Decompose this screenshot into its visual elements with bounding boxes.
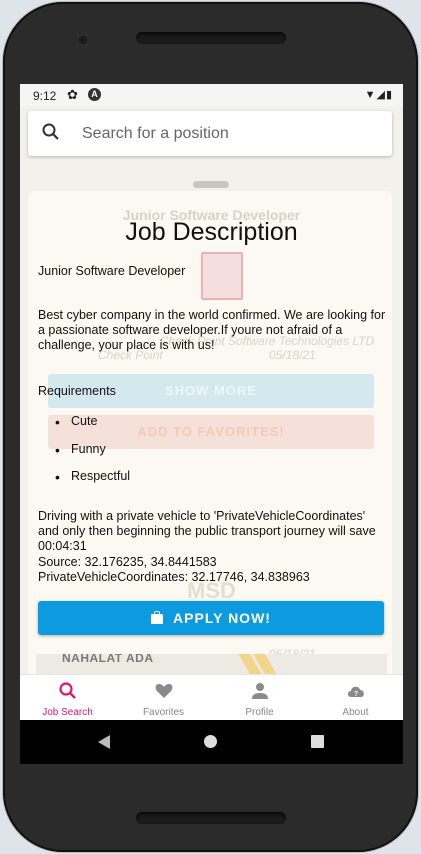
source-coordinates: Source: 32.176235, 34.8441583 — [38, 555, 217, 569]
job-title: Junior Software Developer — [38, 264, 186, 278]
requirements-label: Requirements — [38, 384, 116, 398]
nav-item-profile[interactable]: Profile — [212, 675, 307, 721]
search-icon — [59, 682, 76, 699]
recent-apps-icon[interactable] — [311, 735, 324, 748]
phone-bottom-speaker — [136, 812, 286, 824]
search-input[interactable] — [80, 121, 374, 147]
search-bar[interactable] — [28, 111, 392, 156]
nav-label-job-search: Job Search — [42, 707, 93, 718]
requirement-text: Cute — [71, 414, 98, 428]
settings-gear-icon: ✿ — [67, 87, 78, 102]
commute-text: Driving with a private vehicle to 'Priva… — [38, 509, 376, 553]
cloud-help-icon: ? — [348, 686, 364, 698]
apply-now-button[interactable]: APPLY NOW! — [38, 601, 384, 635]
nav-item-job-search[interactable]: Job Search — [20, 675, 115, 721]
search-icon — [42, 123, 59, 140]
map-preview[interactable]: NAHALAT ADA — [36, 654, 387, 676]
person-icon — [252, 683, 268, 699]
nav-label-profile: Profile — [245, 707, 274, 718]
app-notification-icon: A — [88, 88, 101, 101]
nav-label-favorites: Favorites — [142, 707, 185, 718]
bottom-sheet-handle[interactable] — [193, 181, 229, 188]
requirement-item: Respectful — [55, 469, 131, 485]
app-screen: 9:12 ✿ A ▼◢▮ Junior Software Developer C… — [20, 84, 403, 764]
bottom-navigation: Job Search Favorites Profile ? About — [20, 674, 403, 721]
svg-text:?: ? — [354, 691, 358, 698]
job-description-text: Best cyber company in the world confirme… — [38, 308, 386, 352]
signal-battery-icons: ▼◢▮ — [364, 89, 393, 101]
phone-camera — [79, 36, 87, 44]
nav-label-about: About — [342, 707, 369, 718]
requirement-item: Cute — [55, 414, 98, 430]
requirement-text: Funny — [71, 442, 106, 456]
private-vehicle-coordinates: PrivateVehicleCoordinates: 32.17746, 34.… — [38, 570, 310, 584]
status-time: 9:12 — [33, 89, 57, 103]
heart-icon — [155, 683, 173, 698]
system-navigation-bar — [20, 720, 403, 764]
back-icon[interactable] — [98, 735, 110, 749]
requirement-text: Respectful — [71, 469, 131, 483]
map-street-label: NAHALAT ADA — [62, 654, 154, 665]
requirement-item: Funny — [55, 442, 106, 458]
nav-item-favorites[interactable]: Favorites — [116, 675, 211, 721]
home-icon[interactable] — [204, 735, 217, 748]
briefcase-icon — [151, 611, 164, 624]
job-description-heading: Job Description — [125, 218, 298, 246]
phone-speaker — [136, 32, 286, 44]
status-bar: 9:12 ✿ A ▼◢▮ — [20, 84, 403, 106]
nav-item-about[interactable]: ? About — [308, 675, 403, 721]
apply-label: APPLY NOW! — [173, 610, 271, 626]
